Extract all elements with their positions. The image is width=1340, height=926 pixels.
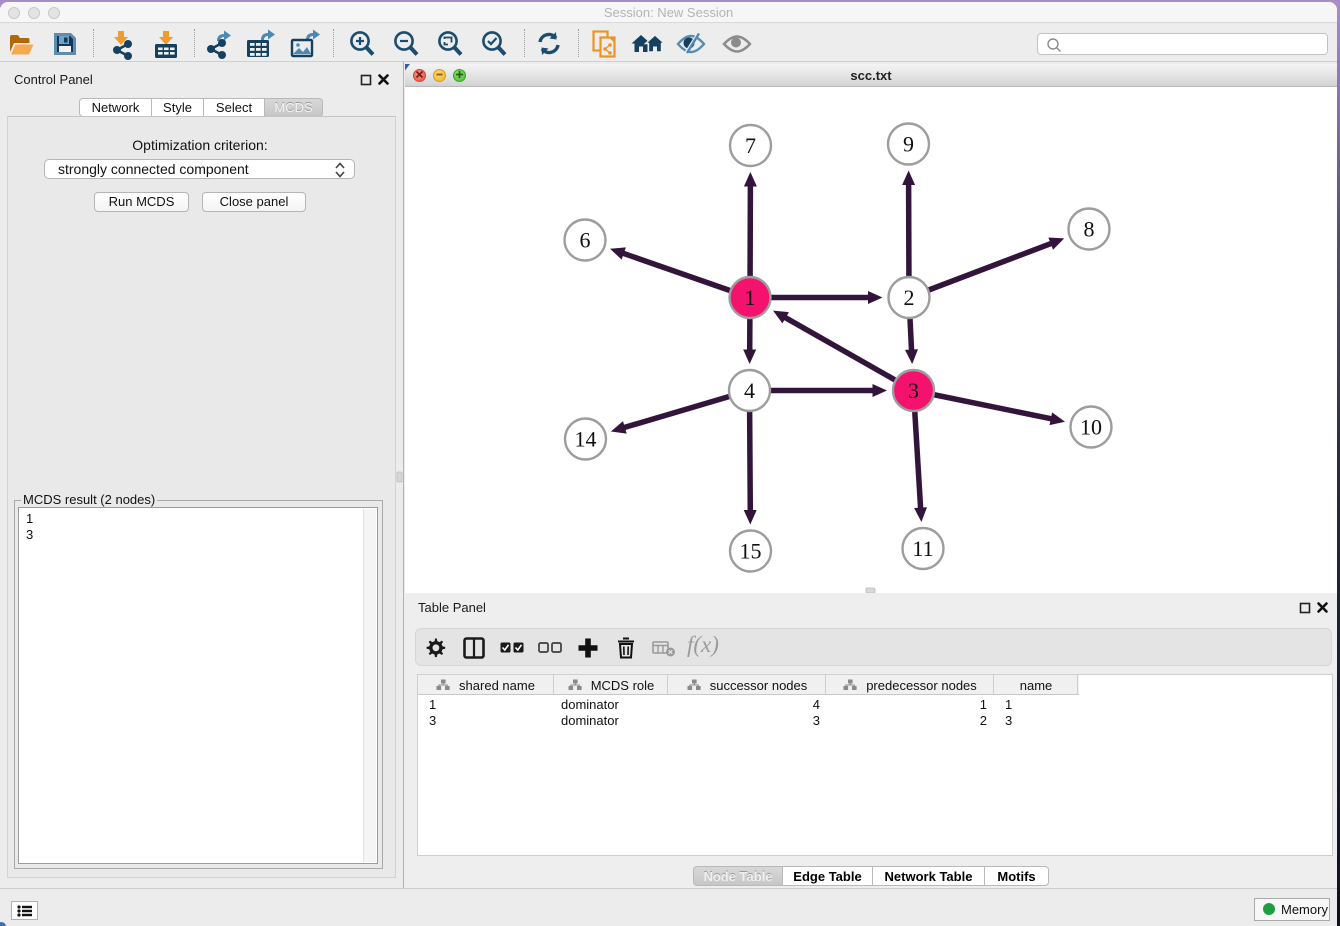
- svg-text:10: 10: [1080, 415, 1102, 440]
- svg-text:6: 6: [580, 228, 591, 253]
- svg-text:14: 14: [575, 427, 597, 452]
- svg-text:15: 15: [740, 539, 762, 564]
- svg-text:1: 1: [745, 285, 756, 310]
- svg-text:9: 9: [903, 132, 914, 157]
- svg-text:8: 8: [1084, 217, 1095, 242]
- svg-text:7: 7: [745, 133, 756, 158]
- svg-text:4: 4: [744, 378, 755, 403]
- svg-text:2: 2: [904, 285, 915, 310]
- svg-text:3: 3: [908, 378, 919, 403]
- svg-text:11: 11: [912, 536, 933, 561]
